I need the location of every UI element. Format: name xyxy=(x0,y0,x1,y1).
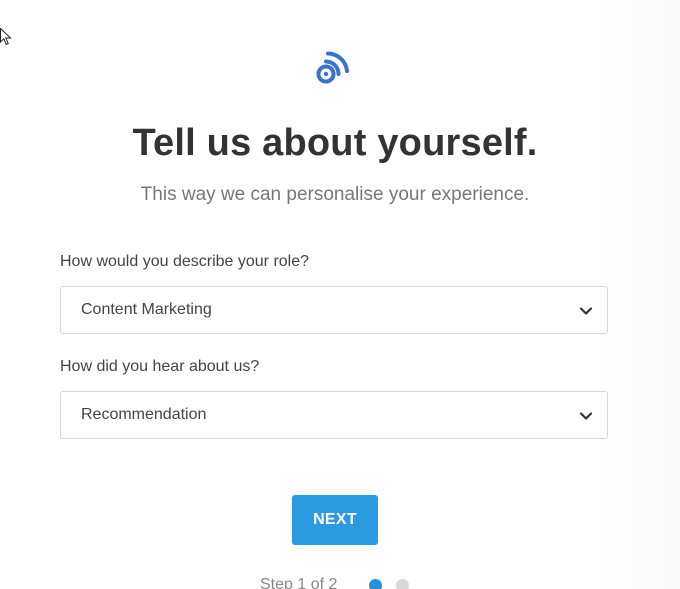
step-indicator-label: Step 1 of 2 xyxy=(260,576,338,589)
source-select[interactable]: Recommendation xyxy=(60,391,608,439)
source-select-value: Recommendation xyxy=(81,406,207,423)
step-dot-inactive[interactable] xyxy=(396,579,409,589)
chevron-down-icon[interactable] xyxy=(579,304,593,318)
feed-signal-icon xyxy=(316,51,349,84)
chevron-down-icon[interactable] xyxy=(579,409,593,423)
role-select[interactable]: Content Marketing xyxy=(60,286,608,334)
role-label: How would you describe your role? xyxy=(60,253,310,270)
mouse-cursor-icon xyxy=(0,28,12,46)
page-subtitle: This way we can personalise your experie… xyxy=(140,184,530,205)
step-dot-active[interactable] xyxy=(369,579,382,589)
role-select-value: Content Marketing xyxy=(81,301,212,318)
source-label: How did you hear about us? xyxy=(60,358,260,375)
onboarding-page: Tell us about yourself. This way we can … xyxy=(0,0,680,589)
page-title: Tell us about yourself. xyxy=(132,122,538,164)
next-button[interactable]: NEXT xyxy=(292,495,378,545)
